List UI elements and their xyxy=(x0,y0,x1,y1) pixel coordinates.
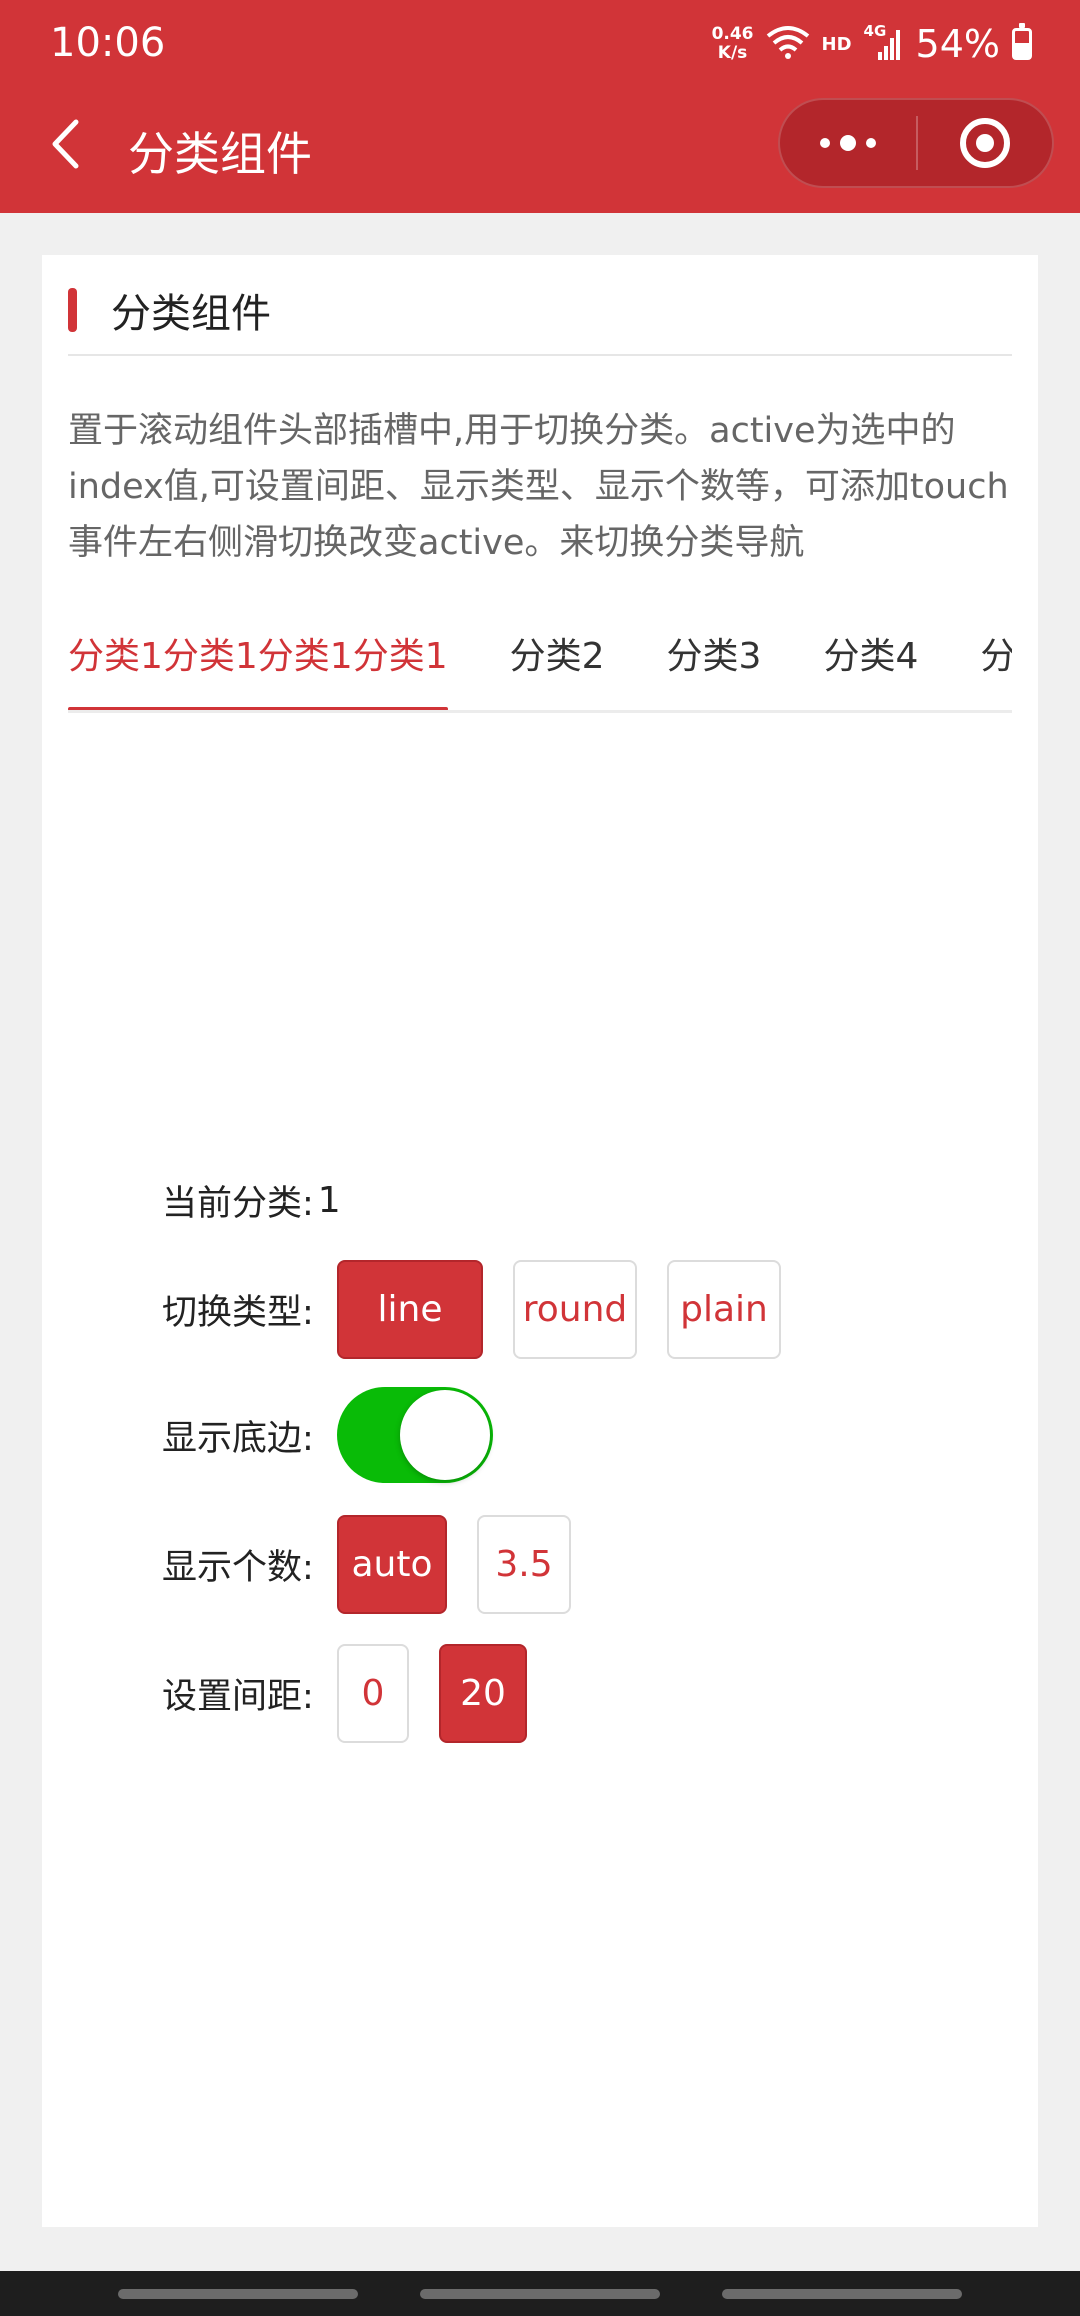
set-gap-label: 设置间距: xyxy=(162,1677,314,1717)
chevron-left-icon xyxy=(52,119,79,169)
network-speed: 0.46 K/s xyxy=(712,25,754,63)
show-border-label: 显示底边: xyxy=(162,1418,314,1459)
tab-category-1[interactable]: 分类1分类1分类1分类1 xyxy=(68,605,479,710)
set-gap-options: 0 20 xyxy=(337,1644,557,1743)
back-button[interactable] xyxy=(40,114,90,174)
battery-percent: 54% xyxy=(915,22,1000,66)
target-icon xyxy=(960,118,1010,168)
wifi-icon xyxy=(766,24,810,64)
count-option-3-5-button[interactable]: 3.5 xyxy=(477,1515,571,1614)
tab-category-2[interactable]: 分类2 xyxy=(479,605,636,710)
section-description: 置于滚动组件头部插槽中,用于切换分类。active为选中的index值,可设置间… xyxy=(68,411,1009,563)
more-button[interactable] xyxy=(780,100,916,186)
current-category-value: 1 xyxy=(317,1180,341,1221)
tabs-track: 分类1分类1分类1分类1分类2分类3分类4分类5 xyxy=(68,605,1012,710)
mini-program-capsule xyxy=(778,98,1054,188)
more-icon-center xyxy=(840,135,856,151)
switch-type-options: line round plain xyxy=(337,1260,811,1359)
page-title: 分类组件 xyxy=(128,127,312,181)
nav-home-handle[interactable] xyxy=(420,2289,660,2299)
switch-type-row: 切换类型: line round plain xyxy=(162,1260,811,1359)
show-count-row: 显示个数: auto 3.5 xyxy=(162,1515,601,1614)
show-count-options: auto 3.5 xyxy=(337,1515,601,1614)
nav-back-handle[interactable] xyxy=(722,2289,962,2299)
signal-icon: 4G xyxy=(864,22,904,62)
current-category-label: 当前分类: xyxy=(162,1184,314,1224)
nav-bar: 分类组件 xyxy=(0,90,1080,213)
nav-recents-handle[interactable] xyxy=(118,2289,358,2299)
tab-category-5[interactable]: 分类5 xyxy=(949,605,1012,710)
section-title: 分类组件 xyxy=(68,285,271,337)
target-icon-center xyxy=(976,134,994,152)
section-title-text: 分类组件 xyxy=(111,291,271,337)
hd-badge: HD xyxy=(821,33,852,55)
type-option-line-button[interactable]: line xyxy=(337,1260,483,1359)
network-speed-value: 0.46 xyxy=(711,24,754,44)
tab-category-3[interactable]: 分类3 xyxy=(636,605,793,710)
system-navigation-bar xyxy=(0,2271,1080,2316)
type-option-round-button[interactable]: round xyxy=(513,1260,637,1359)
show-border-row: 显示底边: xyxy=(162,1387,493,1483)
set-gap-row: 设置间距: 0 20 xyxy=(162,1644,557,1743)
type-option-plain-button[interactable]: plain xyxy=(667,1260,781,1359)
content-card: 分类组件 置于滚动组件头部插槽中,用于切换分类。active为选中的index值… xyxy=(42,255,1038,2227)
status-bar: 10:06 0.46 K/s HD 4G 54% xyxy=(0,0,1080,90)
more-icon xyxy=(820,138,830,148)
switch-knob xyxy=(400,1390,490,1480)
battery-icon xyxy=(1012,23,1032,60)
close-mini-program-button[interactable] xyxy=(918,100,1052,186)
network-speed-unit: K/s xyxy=(717,43,748,63)
more-icon-right xyxy=(866,138,876,148)
show-border-switch[interactable] xyxy=(337,1387,493,1483)
status-time: 10:06 xyxy=(50,20,166,66)
tab-category-4[interactable]: 分类4 xyxy=(792,605,949,710)
gap-option-0-button[interactable]: 0 xyxy=(337,1644,409,1743)
status-indicators: 0.46 K/s HD 4G 54% xyxy=(712,22,1032,66)
switch-type-label: 切换类型: xyxy=(162,1293,314,1333)
section-divider xyxy=(68,354,1012,356)
app-header: 10:06 0.46 K/s HD 4G 54% 分类组件 xyxy=(0,0,1080,213)
current-category-row: 当前分类: 1 xyxy=(162,1175,341,1226)
show-count-label: 显示个数: xyxy=(162,1548,314,1588)
title-accent-bar xyxy=(68,288,77,332)
category-tabs[interactable]: 分类1分类1分类1分类1分类2分类3分类4分类5 xyxy=(68,605,1012,713)
gap-option-20-button[interactable]: 20 xyxy=(439,1644,527,1743)
count-option-auto-button[interactable]: auto xyxy=(337,1515,447,1614)
